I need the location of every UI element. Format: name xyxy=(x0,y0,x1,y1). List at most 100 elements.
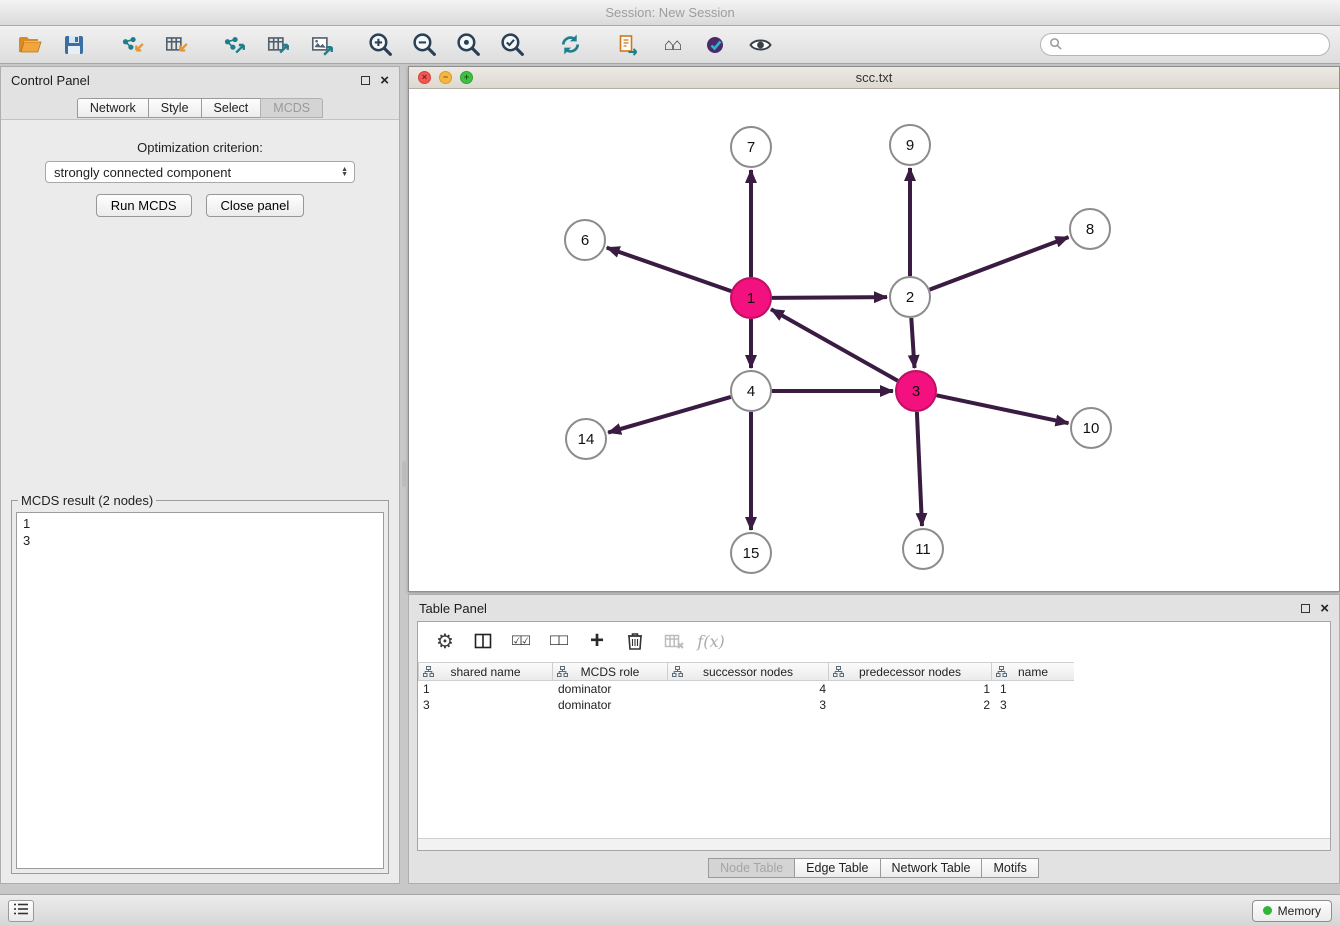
column-header-mcds-role[interactable]: MCDS role xyxy=(552,662,668,681)
zoom-in-icon[interactable] xyxy=(360,30,400,60)
table-panel-header: Table Panel × xyxy=(409,595,1339,621)
network-window-titlebar[interactable]: × − + scc.txt xyxy=(409,67,1339,89)
node-label: 15 xyxy=(743,545,760,562)
import-table-icon[interactable] xyxy=(156,30,196,60)
table-toolbar: ⚙ ☑☑ ☐☐ + f(x) xyxy=(418,622,1330,660)
node-11[interactable]: 11 xyxy=(903,529,943,569)
tab-mcds[interactable]: MCDS xyxy=(260,98,323,118)
node-9[interactable]: 9 xyxy=(890,125,930,165)
window-minimize-button[interactable]: − xyxy=(439,71,452,84)
node-7[interactable]: 7 xyxy=(731,127,771,167)
table-row[interactable]: 3dominator323 xyxy=(418,697,1330,713)
deselect-all-icon[interactable]: ☐☐ xyxy=(544,626,574,656)
node-8[interactable]: 8 xyxy=(1070,209,1110,249)
network-canvas[interactable]: 7 9 6 8 1 2 4 3 14 10 15 11 xyxy=(409,89,1339,591)
delete-column-icon[interactable] xyxy=(658,626,688,656)
export-image-icon[interactable] xyxy=(302,30,342,60)
node-label: 14 xyxy=(578,431,595,448)
clone-network-icon[interactable] xyxy=(608,30,648,60)
table-cell: 3 xyxy=(995,697,1079,713)
export-table-icon[interactable] xyxy=(258,30,298,60)
apply-style-icon[interactable] xyxy=(696,30,736,60)
delete-row-icon[interactable] xyxy=(620,626,650,656)
add-row-icon[interactable]: + xyxy=(582,626,612,656)
node-14[interactable]: 14 xyxy=(566,419,606,459)
node-label: 11 xyxy=(915,541,931,558)
node-15[interactable]: 15 xyxy=(731,533,771,573)
edge-2-8[interactable] xyxy=(930,237,1069,290)
save-session-icon[interactable] xyxy=(54,30,94,60)
close-panel-icon[interactable]: × xyxy=(380,73,389,88)
edge-4-14[interactable] xyxy=(608,397,731,433)
search-box[interactable] xyxy=(1040,33,1330,56)
memory-button[interactable]: Memory xyxy=(1252,900,1332,922)
table-cell: 1 xyxy=(418,681,553,697)
edge-3-1[interactable] xyxy=(771,309,898,380)
tab-network-table[interactable]: Network Table xyxy=(880,858,983,878)
tab-style[interactable]: Style xyxy=(148,98,202,118)
panel-splitter[interactable] xyxy=(400,66,408,884)
node-4[interactable]: 4 xyxy=(731,371,771,411)
import-network-icon[interactable] xyxy=(112,30,152,60)
node-6[interactable]: 6 xyxy=(565,220,605,260)
tab-edge-table[interactable]: Edge Table xyxy=(794,858,880,878)
edge-3-10[interactable] xyxy=(937,395,1069,423)
mcds-result-list[interactable]: 13 xyxy=(16,512,384,869)
status-bar: Memory xyxy=(0,894,1340,926)
table-body: 1dominator4113dominator323 xyxy=(418,681,1330,713)
close-panel-button[interactable]: Close panel xyxy=(206,194,305,217)
float-table-panel-icon[interactable] xyxy=(1301,604,1310,613)
window-close-button[interactable]: × xyxy=(418,71,431,84)
run-mcds-button[interactable]: Run MCDS xyxy=(96,194,192,217)
window-zoom-button[interactable]: + xyxy=(460,71,473,84)
gear-icon[interactable]: ⚙ xyxy=(430,626,460,656)
open-file-icon[interactable] xyxy=(10,30,50,60)
column-tree-icon xyxy=(672,666,683,680)
column-header-shared-name[interactable]: shared name xyxy=(418,662,553,681)
zoom-selected-icon[interactable] xyxy=(492,30,532,60)
refresh-layout-icon[interactable] xyxy=(550,30,590,60)
tab-select[interactable]: Select xyxy=(201,98,262,118)
table-horizontal-scrollbar[interactable] xyxy=(418,838,1330,850)
show-panels-button[interactable] xyxy=(8,900,34,922)
function-builder-icon[interactable]: f(x) xyxy=(696,626,726,656)
float-panel-icon[interactable] xyxy=(361,76,370,85)
node-10[interactable]: 10 xyxy=(1071,408,1111,448)
window-titlebar: Session: New Session xyxy=(0,0,1340,26)
memory-status-icon xyxy=(1263,906,1272,915)
mcds-tab-content: Optimization criterion: strongly connect… xyxy=(1,119,399,883)
column-header-successor-nodes[interactable]: successor nodes xyxy=(667,662,829,681)
optimization-criterion-select[interactable]: strongly connected component ▲▼ xyxy=(45,161,355,183)
zoom-out-icon[interactable] xyxy=(404,30,444,60)
node-2[interactable]: 2 xyxy=(890,277,930,317)
optimization-criterion-label: Optimization criterion: xyxy=(1,140,399,155)
search-input[interactable] xyxy=(1067,38,1321,52)
edge-1-2[interactable] xyxy=(772,297,887,298)
table-row[interactable]: 1dominator411 xyxy=(418,681,1330,697)
column-header-name[interactable]: name xyxy=(991,662,1075,681)
tab-motifs[interactable]: Motifs xyxy=(981,858,1038,878)
node-1[interactable]: 1 xyxy=(731,278,771,318)
table-cell: 1 xyxy=(995,681,1079,697)
column-header-predecessor-nodes[interactable]: predecessor nodes xyxy=(828,662,992,681)
edge-2-3[interactable] xyxy=(911,318,914,368)
columns-icon[interactable] xyxy=(468,626,498,656)
export-network-icon[interactable] xyxy=(214,30,254,60)
edge-3-11[interactable] xyxy=(917,412,922,526)
table-cell: 3 xyxy=(669,697,831,713)
edge-1-6[interactable] xyxy=(607,248,732,292)
toolbar-group xyxy=(550,30,590,60)
node-label: 1 xyxy=(747,290,755,307)
close-table-panel-icon[interactable]: × xyxy=(1320,601,1329,616)
tab-network[interactable]: Network xyxy=(77,98,149,118)
home-icon[interactable]: ⌂⌂ xyxy=(652,30,692,60)
show-graphics-icon[interactable] xyxy=(740,30,780,60)
table-cell: 2 xyxy=(831,697,995,713)
node-3[interactable]: 3 xyxy=(896,371,936,411)
node-label: 3 xyxy=(912,383,920,400)
mcds-result-fieldset: MCDS result (2 nodes) 13 xyxy=(11,493,389,874)
select-all-icon[interactable]: ☑☑ xyxy=(506,626,536,656)
tab-node-table[interactable]: Node Table xyxy=(708,858,795,878)
zoom-fit-icon[interactable] xyxy=(448,30,488,60)
node-table-content: ⚙ ☑☑ ☐☐ + f(x) shared nameMCDS rolesuccessor… xyxy=(417,621,1331,851)
